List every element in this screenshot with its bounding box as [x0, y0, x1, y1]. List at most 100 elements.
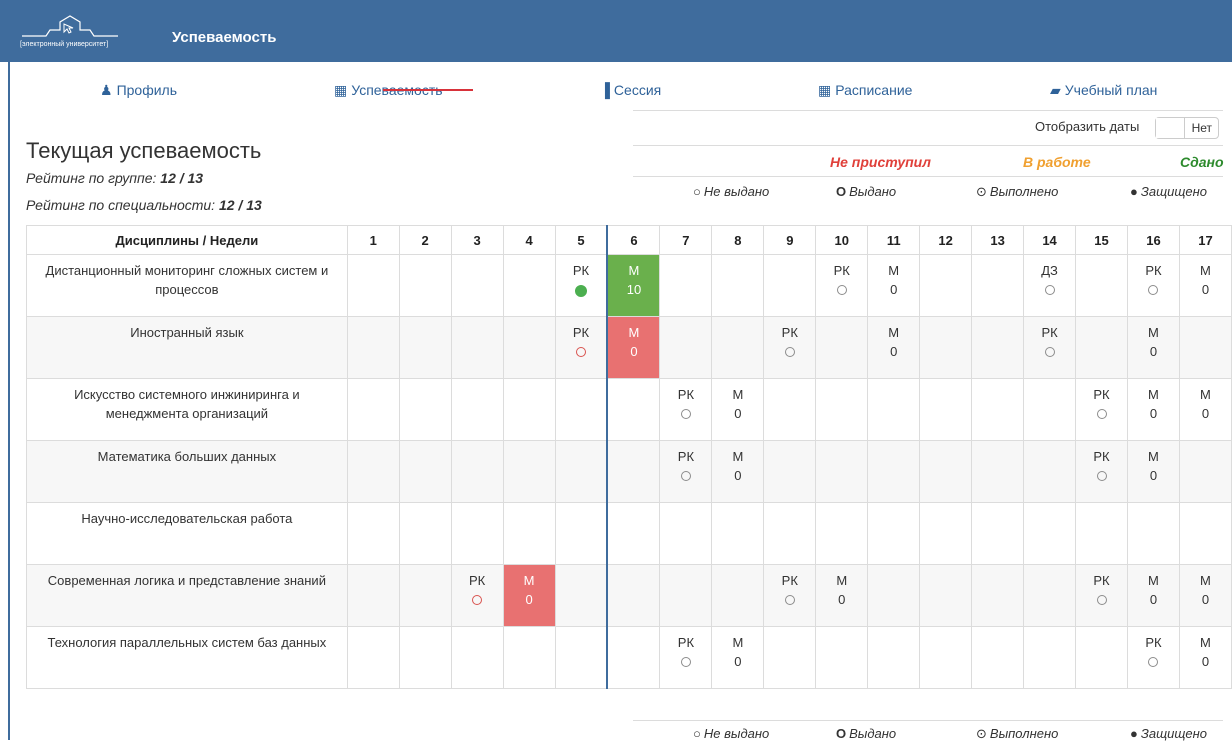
week-cell [1178, 502, 1232, 565]
week-cell [1023, 502, 1077, 565]
score-value: 0 [734, 468, 742, 483]
nav-label: Сессия [613, 82, 662, 98]
week-cell[interactable]: РК [1075, 440, 1128, 503]
logo-caption: [электронный университет] [20, 40, 108, 48]
week-cell[interactable]: М0 [1178, 378, 1232, 441]
week-cell[interactable]: ДЗ [1023, 254, 1077, 317]
week-cell[interactable]: М0 [1127, 564, 1180, 627]
week-cell[interactable]: РК [1023, 316, 1077, 379]
week-cell[interactable]: М0 [711, 378, 765, 441]
control-type: М [1200, 387, 1211, 402]
week-cell[interactable]: М0 [867, 254, 921, 317]
week-cell[interactable]: М0 [1127, 316, 1180, 379]
legend-defended: ● Защищено [1130, 184, 1207, 199]
week-cell[interactable]: РК [554, 254, 608, 317]
week-cell[interactable]: РК [659, 626, 713, 689]
nav-session[interactable]: ▐ Сессия [600, 82, 661, 98]
week-cell[interactable]: М0 [711, 626, 765, 689]
legend-label: Выдано [849, 184, 897, 199]
week-header: 14 [1023, 225, 1077, 255]
discipline-name[interactable]: Научно-исследовательская работа [26, 502, 348, 565]
week-header: 11 [867, 225, 921, 255]
week-cell[interactable]: М 10 [606, 254, 661, 317]
legend-label: Защищено [1140, 726, 1208, 741]
week-cell[interactable]: М0 [867, 316, 921, 379]
week-cell [398, 378, 452, 441]
filled-circle-icon [575, 285, 587, 297]
control-type: М [732, 387, 744, 402]
week-header: 2 [398, 225, 452, 255]
control-type: РК [1041, 325, 1058, 340]
week-cell [919, 626, 973, 689]
week-cell [919, 564, 973, 627]
discipline-name[interactable]: Дистанционный мониторинг сложных систем … [26, 254, 348, 317]
discipline-name[interactable]: Современная логика и представление знани… [26, 564, 348, 627]
week-cell [606, 440, 661, 503]
week-cell[interactable]: М0 [1127, 440, 1180, 503]
week-cell[interactable]: М0 [815, 564, 869, 627]
week-cell[interactable]: М0 [1178, 564, 1232, 627]
week-cell[interactable]: РК [1127, 626, 1180, 689]
legend-label: Выдано [849, 726, 897, 741]
week-cell[interactable]: М0 [606, 316, 661, 379]
week-cell[interactable]: М0 [1178, 626, 1232, 689]
control-type: М [1148, 449, 1159, 464]
score-value: 0 [838, 592, 846, 607]
week-cell [659, 254, 713, 317]
control-type: РК [1145, 263, 1162, 278]
week-cell [711, 254, 765, 317]
week-cell [606, 626, 661, 689]
week-cell [1178, 440, 1232, 503]
legend-label: Защищено [1140, 184, 1208, 199]
week-cell[interactable]: РК [659, 378, 713, 441]
score-value: 0 [1201, 406, 1210, 421]
control-type: РК [572, 263, 590, 278]
show-dates-toggle[interactable]: Нет [1155, 117, 1219, 139]
week-cell[interactable]: РК [763, 316, 817, 379]
week-cell[interactable]: РК [450, 564, 504, 627]
week-cell[interactable]: РК [815, 254, 869, 317]
week-cell[interactable]: М0 [1127, 378, 1180, 441]
rating-group-value: 12 / 13 [160, 170, 204, 186]
rating-group-label: Рейтинг по группе: [26, 170, 157, 186]
week-cell[interactable]: РК [1127, 254, 1180, 317]
university-logo[interactable]: [электронный университет] [20, 12, 152, 48]
control-type: РК [677, 449, 695, 464]
week-cell[interactable]: РК [763, 564, 817, 627]
week-cell[interactable]: М0 [502, 564, 556, 627]
week-cell [398, 316, 452, 379]
week-cell [554, 564, 608, 627]
week-cell[interactable]: РК [1075, 564, 1128, 627]
week-cell [450, 440, 504, 503]
discipline-name[interactable]: Технология параллельных систем баз данны… [26, 626, 348, 689]
control-type: М [1148, 573, 1159, 588]
week-cell [554, 626, 608, 689]
grid-icon: ▦ [334, 82, 348, 98]
week-cell [450, 254, 504, 317]
week-cell [919, 440, 973, 503]
week-cell[interactable]: РК [659, 440, 713, 503]
nav-profile[interactable]: ♟ Профиль [100, 82, 177, 99]
discipline-name[interactable]: Искусство системного инжиниринга и менед… [26, 378, 348, 441]
week-cell [971, 316, 1025, 379]
week-header: 16 [1127, 225, 1180, 255]
score-value: 0 [890, 282, 898, 297]
empty-circle-icon [784, 347, 795, 357]
legend-label: Не выдано [703, 726, 770, 741]
week-cell[interactable]: М0 [711, 440, 765, 503]
week-cell[interactable]: РК [1075, 378, 1128, 441]
rating-group: Рейтинг по группе: 12 / 13 [26, 170, 203, 186]
score-value: 0 [1149, 592, 1158, 607]
discipline-name[interactable]: Иностранный язык [26, 316, 348, 379]
nav-schedule[interactable]: ▦ Расписание [818, 82, 912, 99]
week-cell[interactable]: РК [554, 316, 608, 379]
filled-circle-icon: ● [1130, 726, 1138, 741]
week-cell [919, 316, 973, 379]
discipline-name[interactable]: Математика больших данных [26, 440, 348, 503]
nav-curriculum[interactable]: ▰ Учебный план [1050, 82, 1157, 99]
week-header: 9 [763, 225, 817, 255]
week-cell [450, 316, 504, 379]
control-type: РК [1093, 573, 1110, 588]
control-type: РК [1145, 635, 1162, 650]
week-cell[interactable]: М0 [1178, 254, 1232, 317]
